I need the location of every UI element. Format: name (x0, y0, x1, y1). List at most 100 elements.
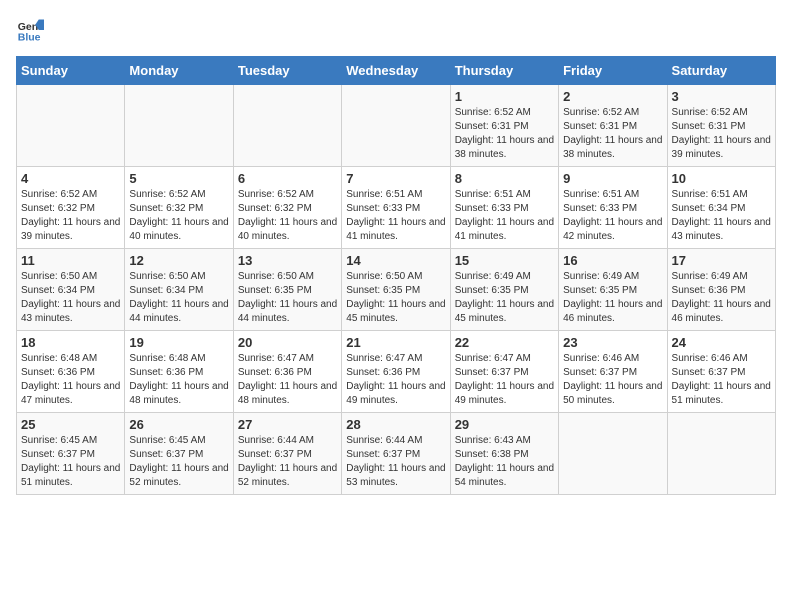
day-number: 22 (455, 335, 554, 350)
day-info: Sunrise: 6:44 AM Sunset: 6:37 PM Dayligh… (346, 434, 445, 490)
calendar-cell: 20 Sunrise: 6:47 AM Sunset: 6:36 PM Dayli… (233, 331, 341, 413)
calendar-week-5: 25 Sunrise: 6:45 AM Sunset: 6:37 PM Dayli… (17, 413, 776, 495)
day-info: Sunrise: 6:52 AM Sunset: 6:32 PM Dayligh… (238, 188, 337, 244)
calendar-cell: 29 Sunrise: 6:43 AM Sunset: 6:38 PM Dayli… (450, 413, 558, 495)
calendar-cell: 3 Sunrise: 6:52 AM Sunset: 6:31 PM Daylig… (667, 85, 775, 167)
calendar-cell (559, 413, 667, 495)
calendar-cell: 24 Sunrise: 6:46 AM Sunset: 6:37 PM Dayli… (667, 331, 775, 413)
calendar-cell (125, 85, 233, 167)
calendar-cell: 17Sunrise: 6:49 AM Sunset: 6:36 PM Dayli… (667, 249, 775, 331)
day-info: Sunrise: 6:52 AM Sunset: 6:31 PM Dayligh… (563, 106, 662, 162)
day-number: 5 (129, 171, 228, 186)
day-info: Sunrise: 6:49 AM Sunset: 6:35 PM Dayligh… (563, 270, 662, 326)
day-number: 3 (672, 89, 771, 104)
header-thursday: Thursday (450, 57, 558, 85)
svg-text:Blue: Blue (18, 32, 41, 44)
day-number: 23 (563, 335, 662, 350)
calendar-cell: 6 Sunrise: 6:52 AM Sunset: 6:32 PM Daylig… (233, 167, 341, 249)
calendar-cell: 13 Sunrise: 6:50 AM Sunset: 6:35 PM Dayli… (233, 249, 341, 331)
calendar-cell: 18 Sunrise: 6:48 AM Sunset: 6:36 PM Dayli… (17, 331, 125, 413)
day-number: 20 (238, 335, 337, 350)
day-info: Sunrise: 6:50 AM Sunset: 6:35 PM Dayligh… (346, 270, 445, 326)
calendar-cell: 12 Sunrise: 6:50 AM Sunset: 6:34 PM Dayli… (125, 249, 233, 331)
day-number: 18 (21, 335, 120, 350)
day-number: 15 (455, 253, 554, 268)
calendar-cell: 21 Sunrise: 6:47 AM Sunset: 6:36 PM Dayli… (342, 331, 450, 413)
day-number: 7 (346, 171, 445, 186)
calendar-cell (17, 85, 125, 167)
calendar-week-2: 4 Sunrise: 6:52 AM Sunset: 6:32 PM Daylig… (17, 167, 776, 249)
calendar-cell: 26 Sunrise: 6:45 AM Sunset: 6:37 PM Dayli… (125, 413, 233, 495)
day-info: Sunrise: 6:45 AM Sunset: 6:37 PM Dayligh… (21, 434, 120, 490)
day-number: 14 (346, 253, 445, 268)
day-info: Sunrise: 6:50 AM Sunset: 6:34 PM Dayligh… (21, 270, 120, 326)
day-info: Sunrise: 6:51 AM Sunset: 6:34 PM Dayligh… (672, 188, 771, 244)
calendar-header-row: SundayMondayTuesdayWednesdayThursdayFrid… (17, 57, 776, 85)
day-number: 10 (672, 171, 771, 186)
calendar-cell: 16 Sunrise: 6:49 AM Sunset: 6:35 PM Dayli… (559, 249, 667, 331)
day-info: Sunrise: 6:49 AM Sunset: 6:36 PM Dayligh… (672, 270, 771, 326)
day-number: 21 (346, 335, 445, 350)
page-header: General Blue (16, 16, 776, 44)
calendar-week-3: 11 Sunrise: 6:50 AM Sunset: 6:34 PM Dayli… (17, 249, 776, 331)
day-info: Sunrise: 6:51 AM Sunset: 6:33 PM Dayligh… (455, 188, 554, 244)
day-info: Sunrise: 6:48 AM Sunset: 6:36 PM Dayligh… (21, 352, 120, 408)
calendar-cell: 15Sunrise: 6:49 AM Sunset: 6:35 PM Dayli… (450, 249, 558, 331)
calendar-cell: 5 Sunrise: 6:52 AM Sunset: 6:32 PM Daylig… (125, 167, 233, 249)
day-number: 27 (238, 417, 337, 432)
day-number: 4 (21, 171, 120, 186)
day-info: Sunrise: 6:46 AM Sunset: 6:37 PM Dayligh… (672, 352, 771, 408)
day-info: Sunrise: 6:50 AM Sunset: 6:35 PM Dayligh… (238, 270, 337, 326)
calendar-cell: 2 Sunrise: 6:52 AM Sunset: 6:31 PM Daylig… (559, 85, 667, 167)
day-info: Sunrise: 6:43 AM Sunset: 6:38 PM Dayligh… (455, 434, 554, 490)
calendar-week-4: 18 Sunrise: 6:48 AM Sunset: 6:36 PM Dayli… (17, 331, 776, 413)
day-number: 25 (21, 417, 120, 432)
day-number: 6 (238, 171, 337, 186)
header-wednesday: Wednesday (342, 57, 450, 85)
day-number: 12 (129, 253, 228, 268)
calendar-cell: 19 Sunrise: 6:48 AM Sunset: 6:36 PM Dayli… (125, 331, 233, 413)
day-info: Sunrise: 6:48 AM Sunset: 6:36 PM Dayligh… (129, 352, 228, 408)
day-number: 29 (455, 417, 554, 432)
calendar-cell (667, 413, 775, 495)
day-number: 24 (672, 335, 771, 350)
calendar-cell: 11 Sunrise: 6:50 AM Sunset: 6:34 PM Dayli… (17, 249, 125, 331)
calendar-cell: 4Sunrise: 6:52 AM Sunset: 6:32 PM Daylig… (17, 167, 125, 249)
day-number: 2 (563, 89, 662, 104)
calendar-cell: 23 Sunrise: 6:46 AM Sunset: 6:37 PM Dayli… (559, 331, 667, 413)
day-number: 9 (563, 171, 662, 186)
calendar-cell: 9 Sunrise: 6:51 AM Sunset: 6:33 PM Daylig… (559, 167, 667, 249)
header-friday: Friday (559, 57, 667, 85)
day-number: 11 (21, 253, 120, 268)
day-info: Sunrise: 6:47 AM Sunset: 6:36 PM Dayligh… (238, 352, 337, 408)
day-number: 28 (346, 417, 445, 432)
calendar-cell: 25 Sunrise: 6:45 AM Sunset: 6:37 PM Dayli… (17, 413, 125, 495)
day-info: Sunrise: 6:45 AM Sunset: 6:37 PM Dayligh… (129, 434, 228, 490)
calendar-cell: 7Sunrise: 6:51 AM Sunset: 6:33 PM Daylig… (342, 167, 450, 249)
day-info: Sunrise: 6:52 AM Sunset: 6:32 PM Dayligh… (129, 188, 228, 244)
header-monday: Monday (125, 57, 233, 85)
day-info: Sunrise: 6:46 AM Sunset: 6:37 PM Dayligh… (563, 352, 662, 408)
logo-icon: General Blue (16, 16, 44, 44)
calendar-week-1: 1 Sunrise: 6:52 AM Sunset: 6:31 PM Daylig… (17, 85, 776, 167)
calendar-cell (342, 85, 450, 167)
day-number: 13 (238, 253, 337, 268)
day-info: Sunrise: 6:47 AM Sunset: 6:36 PM Dayligh… (346, 352, 445, 408)
day-number: 1 (455, 89, 554, 104)
day-info: Sunrise: 6:51 AM Sunset: 6:33 PM Dayligh… (563, 188, 662, 244)
calendar-cell: 22 Sunrise: 6:47 AM Sunset: 6:37 PM Dayli… (450, 331, 558, 413)
day-info: Sunrise: 6:44 AM Sunset: 6:37 PM Dayligh… (238, 434, 337, 490)
header-sunday: Sunday (17, 57, 125, 85)
logo: General Blue (16, 16, 48, 44)
day-number: 16 (563, 253, 662, 268)
day-info: Sunrise: 6:47 AM Sunset: 6:37 PM Dayligh… (455, 352, 554, 408)
calendar-cell (233, 85, 341, 167)
header-saturday: Saturday (667, 57, 775, 85)
day-number: 8 (455, 171, 554, 186)
day-number: 19 (129, 335, 228, 350)
day-info: Sunrise: 6:52 AM Sunset: 6:31 PM Dayligh… (672, 106, 771, 162)
day-number: 26 (129, 417, 228, 432)
header-tuesday: Tuesday (233, 57, 341, 85)
day-info: Sunrise: 6:50 AM Sunset: 6:34 PM Dayligh… (129, 270, 228, 326)
calendar-cell: 10 Sunrise: 6:51 AM Sunset: 6:34 PM Dayli… (667, 167, 775, 249)
